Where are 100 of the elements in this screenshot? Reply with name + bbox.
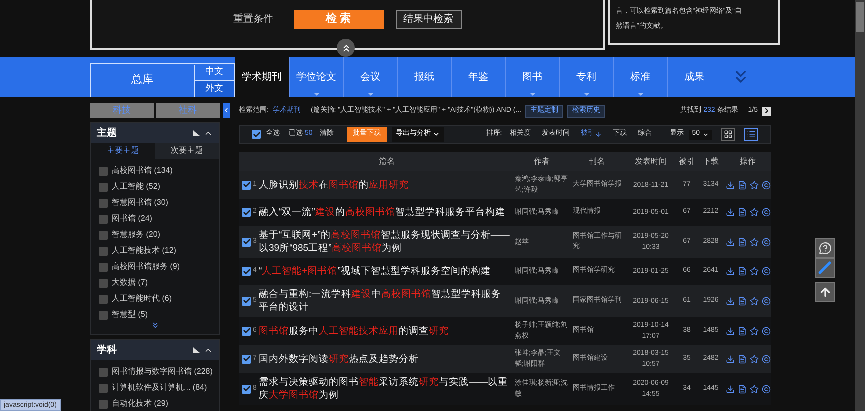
facet-item[interactable]: 自动化技术 (29) [112, 398, 168, 410]
checkbox[interactable] [242, 208, 251, 217]
star-icon[interactable] [750, 326, 758, 336]
column-header: 发表时间 [634, 156, 668, 168]
checkbox[interactable] [99, 384, 108, 392]
database-tab[interactable]: 标准 [613, 57, 667, 97]
back-to-top-button[interactable] [815, 282, 835, 302]
collapse-button[interactable] [337, 39, 355, 57]
checkbox[interactable] [242, 180, 251, 190]
facet-item[interactable]: 人工智能 (52) [112, 181, 160, 193]
database-tab[interactable]: 图书 [505, 57, 559, 97]
star-icon[interactable] [750, 354, 758, 364]
download-icon[interactable] [726, 354, 734, 364]
grid-view-button[interactable] [721, 128, 735, 141]
checkbox[interactable] [99, 262, 108, 272]
facet-item[interactable]: 大数据 (7) [112, 277, 148, 289]
checkbox[interactable] [99, 230, 108, 240]
facet-item[interactable]: 人工智能技术 (12) [112, 245, 176, 257]
facet-item[interactable]: 智慧服务 (20) [112, 229, 160, 241]
database-tab[interactable]: 成果 [667, 57, 721, 97]
download-icon[interactable] [726, 238, 734, 246]
scrollbar[interactable] [855, 0, 865, 411]
article-title[interactable]: 需求与决策驱动的图书智能采访系统研究与实践——以重庆大学图书馆为例 [259, 376, 515, 402]
checkbox[interactable] [99, 294, 108, 304]
list-view-button[interactable] [744, 128, 758, 141]
search-within-button[interactable]: 结果中检索 [396, 10, 462, 28]
document-icon[interactable] [738, 267, 746, 276]
database-tab[interactable]: 学术期刊 [235, 57, 289, 97]
checkbox[interactable] [242, 354, 251, 364]
article-title[interactable]: 人脸识别技术在图书馆的应用研究 [259, 178, 515, 192]
document-icon[interactable] [738, 180, 746, 190]
star-icon[interactable] [750, 384, 758, 394]
next-page-button[interactable] [762, 106, 771, 116]
download-icon[interactable] [726, 384, 734, 394]
download-icon[interactable] [726, 180, 734, 190]
language-tab[interactable]: 中文 [194, 64, 234, 80]
database-tab[interactable]: 会议 [343, 57, 397, 97]
checkbox[interactable] [99, 182, 108, 192]
checkbox[interactable] [99, 368, 108, 376]
checkbox[interactable] [242, 384, 251, 394]
facet-item[interactable]: 高校图书馆服务 (9) [112, 261, 180, 273]
checkbox[interactable] [242, 238, 251, 246]
star-icon[interactable] [750, 180, 758, 190]
reset-link[interactable]: 重置条件 [234, 12, 274, 26]
article-title[interactable]: 融入“双一流”建设的高校图书馆智慧型学科服务平台构建 [259, 206, 515, 219]
language-tab[interactable]: 外文 [194, 80, 234, 96]
document-icon[interactable] [738, 354, 746, 364]
facet-item[interactable]: 智慧图书馆 (30) [112, 197, 168, 209]
star-icon[interactable] [750, 208, 758, 217]
download-icon[interactable] [726, 296, 734, 306]
cite-icon[interactable] [762, 238, 770, 246]
checkbox[interactable] [99, 214, 108, 224]
facet-item[interactable]: 图书情报与数字图书馆 (228) [112, 366, 213, 378]
facet-item[interactable]: 人工智能时代 (6) [112, 293, 172, 305]
checkbox[interactable] [242, 296, 251, 306]
star-icon[interactable] [750, 267, 758, 276]
document-icon[interactable] [738, 326, 746, 336]
checkbox[interactable] [99, 310, 108, 320]
help-button[interactable] [815, 238, 835, 258]
facet-item[interactable]: 图书馆 (24) [112, 213, 152, 225]
more-icon[interactable] [150, 321, 160, 330]
checkbox[interactable] [99, 166, 108, 176]
article-title[interactable]: 图书馆服务中人工智能技术应用 的调查研究 [259, 324, 515, 338]
checkbox[interactable] [99, 198, 108, 208]
database-tab[interactable]: 报纸 [397, 57, 451, 97]
cite-icon[interactable] [762, 384, 770, 394]
cite-icon[interactable] [762, 180, 770, 190]
article-title[interactable]: 基于“互联网+”的高校图书馆智慧服务现状调查与分析——以39所“985工程”高校图书馆为例 [259, 229, 515, 255]
article-title[interactable]: “人工智能+图书馆”视域下智慧型学科服务空间的构建 [259, 265, 515, 278]
checkbox[interactable] [99, 400, 108, 408]
database-tab[interactable]: 专利 [559, 57, 613, 97]
library-label[interactable]: 总库 [91, 72, 194, 89]
checkbox[interactable] [242, 326, 251, 336]
article-title[interactable]: 融合与重构:一流学科建设中 高校图书馆智慧型学科服务平台的设计 [259, 288, 515, 314]
checkbox[interactable] [99, 246, 108, 256]
checkbox[interactable] [252, 130, 261, 139]
document-icon[interactable] [738, 238, 746, 246]
document-icon[interactable] [738, 296, 746, 306]
cite-icon[interactable] [762, 267, 770, 276]
database-tab[interactable]: 学位论文 [289, 57, 343, 97]
checkbox[interactable] [242, 267, 251, 276]
facet-tab[interactable]: 次要主题 [155, 143, 219, 159]
cite-icon[interactable] [762, 326, 770, 336]
download-icon[interactable] [726, 326, 734, 336]
article-title[interactable]: 国内外数字阅读研究热点及趋势分析 [259, 352, 515, 366]
download-icon[interactable] [726, 267, 734, 276]
document-icon[interactable] [738, 208, 746, 217]
checkbox[interactable] [99, 278, 108, 288]
facet-item[interactable]: 计算机软件及计算机... (84) [112, 382, 208, 394]
cite-icon[interactable] [762, 296, 770, 306]
facet-item[interactable]: 智慧型 (5) [112, 309, 148, 321]
document-icon[interactable] [738, 384, 746, 394]
cite-icon[interactable] [762, 354, 770, 364]
download-icon[interactable] [726, 208, 734, 217]
facet-item[interactable]: 高校图书馆 (134) [112, 165, 173, 177]
cite-icon[interactable] [762, 208, 770, 217]
database-tab[interactable]: 年鉴 [451, 57, 505, 97]
star-icon[interactable] [750, 296, 758, 306]
star-icon[interactable] [750, 238, 758, 246]
sidebar-toggle-button[interactable] [223, 103, 230, 118]
